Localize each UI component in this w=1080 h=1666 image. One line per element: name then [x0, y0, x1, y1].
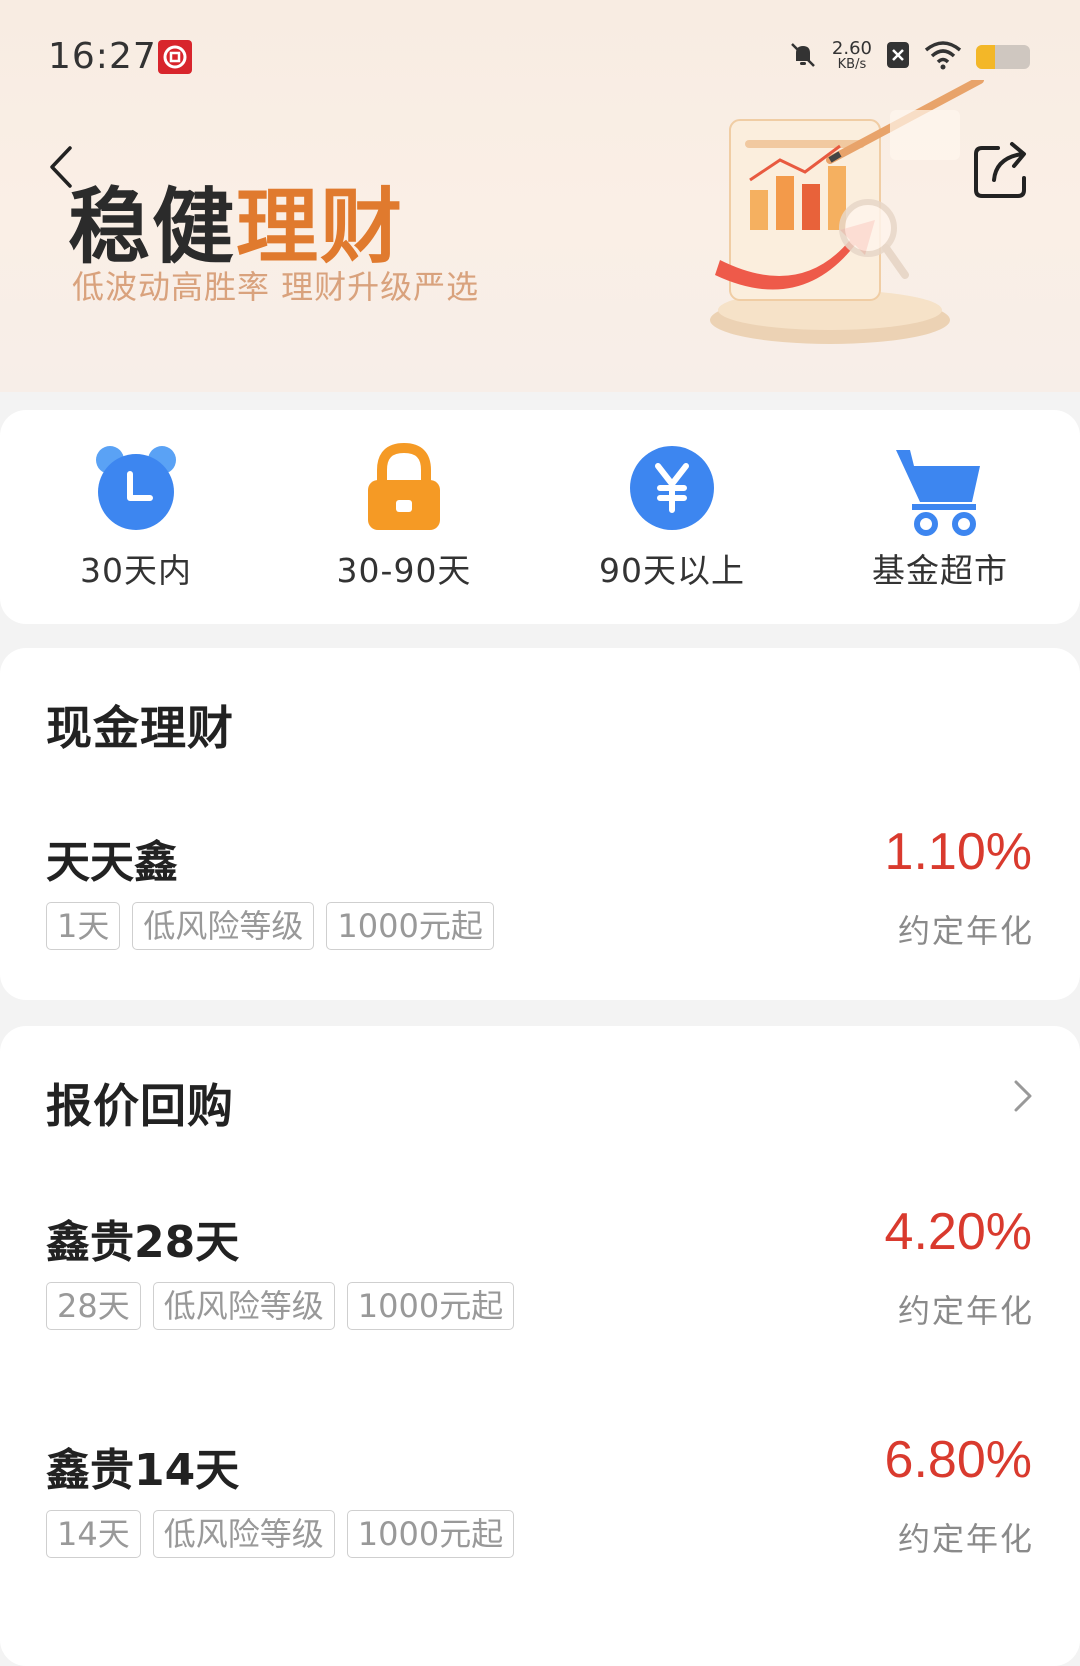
product-rate: 1.10%: [884, 823, 1032, 881]
net-speed-value: 2.60: [831, 38, 872, 59]
product-tags: 28天 低风险等级 1000元起: [46, 1282, 515, 1330]
share-icon: [974, 142, 1026, 198]
carrier-icon: [158, 40, 192, 74]
product-tag: 14天: [46, 1510, 141, 1558]
yen-coin-icon: [630, 446, 714, 530]
product-rate: 4.20%: [884, 1203, 1032, 1261]
category-label: 基金超市: [872, 551, 1008, 590]
category-label: 90天以上: [599, 551, 745, 590]
lock-icon: [368, 442, 440, 530]
category-label: 30-90天: [336, 551, 472, 590]
category-30-days[interactable]: 30天内: [36, 440, 236, 592]
product-tags: 14天 低风险等级 1000元起: [46, 1510, 515, 1558]
alarm-clock-icon: [96, 446, 176, 530]
hero-banner: 16:27 2.60 KB/s 稳健理财 低波动高胜率 理财升级严选: [0, 0, 1080, 392]
product-tag: 低风险等级: [152, 1282, 335, 1330]
status-icons: 2.60 KB/s: [788, 40, 1030, 74]
product-name: 鑫贵28天: [46, 1217, 240, 1268]
page-subtitle: 低波动高胜率 理财升级严选: [72, 268, 480, 306]
category-90-days-plus[interactable]: 90天以上: [572, 440, 772, 592]
product-item[interactable]: 天天鑫 1天 低风险等级 1000元起 1.10% 约定年化: [0, 823, 1080, 996]
category-fund-market[interactable]: 基金超市: [840, 440, 1040, 592]
cash-management-section: 现金理财 天天鑫 1天 低风险等级 1000元起 1.10% 约定年化: [0, 648, 1080, 1000]
section-title: 报价回购: [46, 1079, 234, 1133]
share-button[interactable]: [972, 138, 1032, 200]
category-shortcuts: 30天内 30-90天 90天以上 基金超市: [0, 410, 1080, 624]
sim-off-icon: [886, 40, 910, 74]
cart-icon: [896, 450, 980, 536]
wifi-icon: [924, 40, 962, 74]
product-rate-label: 约定年化: [897, 1292, 1034, 1330]
chart-growth-illustration: [710, 80, 984, 344]
page-title-dark: 稳健: [68, 180, 237, 275]
page-title-accent: 理财: [236, 180, 405, 275]
product-item[interactable]: 鑫贵28天 28天 低风险等级 1000元起 4.20% 约定年化: [0, 1203, 1080, 1376]
net-speed: 2.60 KB/s: [831, 38, 872, 73]
net-speed-unit: KB/s: [837, 57, 867, 72]
status-time: 16:27: [48, 36, 157, 77]
product-tag: 1000元起: [326, 902, 494, 950]
product-name: 天天鑫: [46, 837, 178, 888]
product-rate-label: 约定年化: [897, 912, 1034, 950]
section-title: 现金理财: [46, 701, 234, 755]
category-30-90-days[interactable]: 30-90天: [304, 440, 504, 592]
product-name: 鑫贵14天: [46, 1445, 240, 1496]
product-tags: 1天 低风险等级 1000元起: [46, 902, 494, 950]
category-label: 30天内: [80, 551, 192, 590]
battery-icon: [976, 45, 1030, 69]
product-rate: 6.80%: [884, 1431, 1032, 1489]
product-tag: 28天: [46, 1282, 141, 1330]
product-tag: 1000元起: [346, 1282, 515, 1330]
quoted-repo-section: 报价回购 鑫贵28天 28天 低风险等级 1000元起 4.20% 约定年化 鑫…: [0, 1026, 1080, 1666]
product-tag: 1天: [46, 902, 121, 950]
mute-icon: [788, 40, 818, 74]
product-item[interactable]: 鑫贵14天 14天 低风险等级 1000元起 6.80% 约定年化: [0, 1431, 1080, 1604]
chevron-right-icon[interactable]: [1010, 1076, 1036, 1116]
product-rate-label: 约定年化: [897, 1520, 1034, 1558]
product-tag: 1000元起: [346, 1510, 515, 1558]
product-tag: 低风险等级: [132, 902, 315, 950]
product-tag: 低风险等级: [152, 1510, 335, 1558]
battery-fill: [976, 45, 995, 69]
